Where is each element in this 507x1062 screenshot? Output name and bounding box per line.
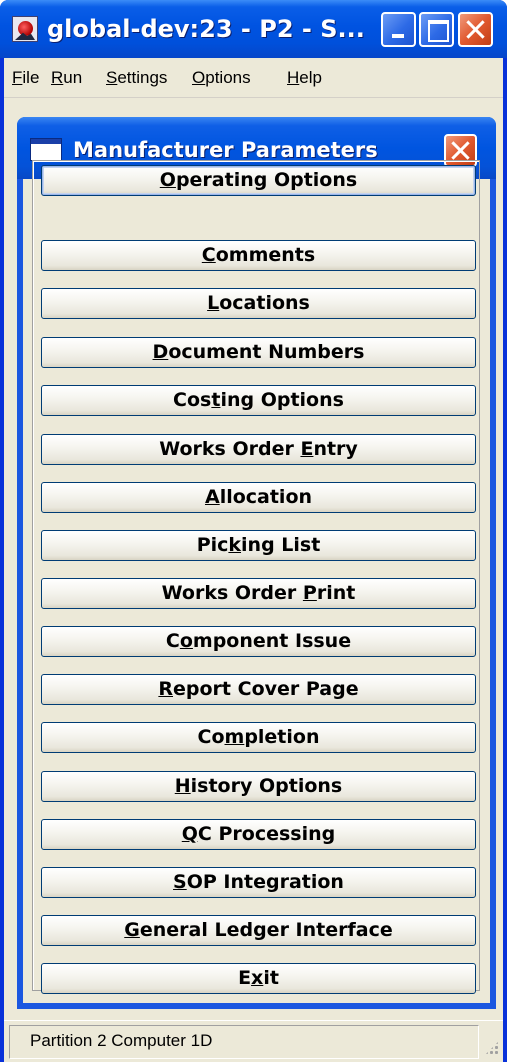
costing-options-button[interactable]: Costing Options bbox=[41, 385, 476, 416]
maximize-button[interactable] bbox=[419, 12, 454, 47]
history-options-button[interactable]: History Options bbox=[41, 771, 476, 802]
menu-options[interactable]: Options bbox=[192, 67, 251, 89]
close-window-button[interactable] bbox=[458, 12, 493, 47]
qc-processing-button[interactable]: QC Processing bbox=[41, 819, 476, 850]
report-cover-page-button[interactable]: Report Cover Page bbox=[41, 674, 476, 705]
menu-help[interactable]: Help bbox=[287, 67, 322, 89]
general-ledger-interface-button[interactable]: General Ledger Interface bbox=[41, 915, 476, 946]
window-titlebar[interactable]: global-dev:23 - P2 - S... bbox=[0, 0, 507, 58]
sop-integration-button[interactable]: SOP Integration bbox=[41, 867, 476, 898]
window-icon bbox=[31, 139, 61, 160]
menu-file[interactable]: File bbox=[12, 67, 39, 89]
app-icon[interactable] bbox=[12, 16, 38, 42]
menu-bar: File Run Settings Options Help bbox=[4, 58, 503, 98]
document-numbers-button[interactable]: Document Numbers bbox=[41, 337, 476, 368]
component-issue-button[interactable]: Component Issue bbox=[41, 626, 476, 657]
operating-options-button[interactable]: Operating Options bbox=[41, 165, 476, 196]
menu-settings[interactable]: Settings bbox=[106, 67, 167, 89]
comments-button[interactable]: Comments bbox=[41, 240, 476, 271]
minimize-button[interactable] bbox=[381, 12, 416, 47]
menu-run[interactable]: Run bbox=[51, 67, 82, 89]
allocation-button[interactable]: Allocation bbox=[41, 482, 476, 513]
works-order-print-button[interactable]: Works Order Print bbox=[41, 578, 476, 609]
completion-button[interactable]: Completion bbox=[41, 722, 476, 753]
picking-list-button[interactable]: Picking List bbox=[41, 530, 476, 561]
works-order-entry-button[interactable]: Works Order Entry bbox=[41, 434, 476, 465]
exit-button[interactable]: Exit bbox=[41, 963, 476, 994]
status-text: Partition 2 Computer 1D bbox=[30, 1031, 213, 1050]
locations-button[interactable]: Locations bbox=[41, 288, 476, 319]
window-title: global-dev:23 - P2 - S... bbox=[47, 15, 365, 43]
